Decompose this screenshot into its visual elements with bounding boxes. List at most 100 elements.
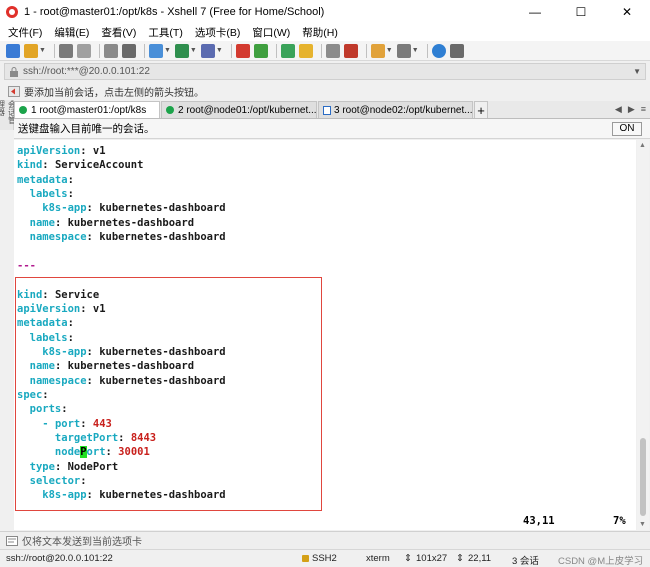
reconnect-icon[interactable] xyxy=(76,43,91,58)
chevron-down-icon[interactable]: ▼ xyxy=(633,67,641,76)
chevron-down-icon[interactable]: ▼ xyxy=(190,47,197,54)
terminal-line: k8s-app: kubernetes-dashboard xyxy=(17,201,225,215)
add-session-icon[interactable] xyxy=(8,85,20,97)
tab-bar: 1 root@master01:/opt/k8s 2 root@node01:/… xyxy=(14,101,650,119)
tab-navigation: ◀ ▶ ≡ xyxy=(615,104,646,115)
terminal-token: apiVersion xyxy=(17,145,81,157)
tab-session-1[interactable]: 1 root@master01:/opt/k8s xyxy=(14,101,160,118)
terminal-token: k8s-app xyxy=(17,202,87,215)
compose-bar[interactable]: 仅将文本发送到当前选项卡 xyxy=(0,531,650,549)
toolbar-divider xyxy=(275,43,277,58)
terminal-token: k8s-app xyxy=(17,489,87,502)
terminal-line: kind: Service xyxy=(17,288,99,302)
scrollbar-thumb[interactable] xyxy=(640,438,646,516)
terminal-token: : xyxy=(54,460,68,473)
xftp-icon[interactable] xyxy=(235,43,250,58)
chevron-left-icon[interactable]: ◀ xyxy=(615,104,622,115)
session-manager-toggle[interactable]: 会话管理器 xyxy=(0,100,17,130)
paste-icon[interactable] xyxy=(121,43,136,58)
menu-view[interactable]: 查看(V) xyxy=(101,25,136,40)
help-icon[interactable] xyxy=(431,43,446,58)
new-tab-button[interactable]: + xyxy=(474,101,488,118)
keyboard-icon[interactable] xyxy=(325,43,340,58)
font-icon[interactable] xyxy=(200,43,215,58)
status-sessions[interactable]: 3 会话 xyxy=(512,553,539,567)
terminal-line: name: kubernetes-dashboard xyxy=(17,359,194,373)
close-button[interactable]: ✕ xyxy=(604,0,650,24)
tab-list-icon[interactable]: ≡ xyxy=(641,104,646,115)
terminal-line: labels: xyxy=(17,331,74,345)
chevron-down-icon[interactable]: ▼ xyxy=(164,47,171,54)
menu-tools[interactable]: 工具(T) xyxy=(148,25,182,40)
address-input[interactable]: ssh://root:***@20.0.0.101:22 xyxy=(23,66,633,77)
terminal-token: namespace xyxy=(17,374,87,387)
terminal-token: : xyxy=(86,345,100,358)
terminal-scrollbar[interactable]: ▲ ▼ xyxy=(637,140,649,530)
menu-edit[interactable]: 编辑(E) xyxy=(54,25,89,40)
status-protocol: SSH2 xyxy=(302,553,337,564)
address-bar[interactable]: ssh://root:***@20.0.0.101:22 ▼ xyxy=(4,63,646,80)
terminal-token: targetPort xyxy=(17,432,119,444)
terminal-token: : xyxy=(80,145,93,157)
terminal-token: : xyxy=(86,231,100,244)
lock-icon[interactable] xyxy=(298,43,313,58)
xftp-transfer-icon[interactable] xyxy=(253,43,268,58)
terminal-token: metadata xyxy=(17,317,68,330)
terminal-token: 443 xyxy=(92,417,112,430)
toolbar-divider xyxy=(320,43,322,58)
minimize-button[interactable]: — xyxy=(512,0,558,24)
terminal-token: : xyxy=(67,331,74,344)
maximize-button[interactable]: ☐ xyxy=(558,0,604,24)
window-title: 1 - root@master01:/opt/k8s - Xshell 7 (F… xyxy=(24,6,325,18)
scroll-down-icon[interactable]: ▼ xyxy=(639,521,646,528)
chevron-right-icon[interactable]: ▶ xyxy=(628,104,635,115)
chat-icon[interactable] xyxy=(449,43,464,58)
chevron-down-icon[interactable]: ▼ xyxy=(386,47,393,54)
lock-icon xyxy=(302,555,309,562)
compose-input[interactable]: 仅将文本发送到当前选项卡 xyxy=(22,533,650,548)
open-folder-icon[interactable] xyxy=(24,43,38,58)
terminal-line: name: kubernetes-dashboard xyxy=(17,216,194,230)
menu-help[interactable]: 帮助(H) xyxy=(302,25,338,40)
compose-menu-icon[interactable] xyxy=(6,535,18,546)
terminal-token: : xyxy=(86,489,100,502)
tab-label: 2 root@node01:/opt/kubernet... xyxy=(178,104,317,116)
chevron-down-icon[interactable]: ▼ xyxy=(412,47,419,54)
layout-icon[interactable] xyxy=(396,43,411,58)
terminal-token: : xyxy=(80,475,87,488)
copy-icon[interactable] xyxy=(103,43,118,58)
watermark-text: CSDN @M上皮学习 xyxy=(558,556,644,567)
terminal-token: NodePort xyxy=(67,460,119,473)
status-position: 22,11 xyxy=(468,553,492,564)
menu-tabs[interactable]: 选项卡(B) xyxy=(195,25,241,40)
new-session-icon[interactable] xyxy=(6,43,20,58)
terminal-line: - port: 443 xyxy=(17,417,112,431)
scroll-up-icon[interactable]: ▲ xyxy=(639,142,646,149)
chevron-down-icon[interactable]: ▼ xyxy=(39,47,46,54)
chevron-down-icon[interactable]: ▼ xyxy=(216,47,223,54)
title-bar: 1 - root@master01:/opt/k8s - Xshell 7 (F… xyxy=(0,0,650,24)
fullscreen-icon[interactable] xyxy=(280,43,295,58)
toolbar-divider xyxy=(143,43,145,58)
terminal-token: : xyxy=(80,417,93,430)
lock-icon xyxy=(10,66,18,77)
tab-session-3[interactable]: 3 root@node02:/opt/kubernet... xyxy=(318,101,473,118)
terminal-token: port xyxy=(54,417,81,430)
folder-icon[interactable] xyxy=(370,43,385,58)
terminal-area[interactable]: 43,11 7% apiVersion: v1 kind: ServiceAcco… xyxy=(14,140,636,530)
menu-window[interactable]: 窗口(W) xyxy=(252,25,290,40)
toolbar-divider xyxy=(230,43,232,58)
terminal-token: : xyxy=(86,202,100,215)
tab-session-2[interactable]: 2 root@node01:/opt/kubernet... xyxy=(161,101,317,118)
globe-icon[interactable] xyxy=(174,43,189,58)
disconnect-icon[interactable] xyxy=(58,43,73,58)
find-icon[interactable] xyxy=(148,43,163,58)
menu-bar: 文件(F) 编辑(E) 查看(V) 工具(T) 选项卡(B) 窗口(W) 帮助(… xyxy=(0,24,650,41)
highlight-icon[interactable] xyxy=(343,43,358,58)
status-terminal-type: xterm xyxy=(366,553,390,564)
menu-file[interactable]: 文件(F) xyxy=(8,25,42,40)
tab-label: 3 root@node02:/opt/kubernet... xyxy=(334,104,473,116)
terminal-line: namespace: kubernetes-dashboard xyxy=(17,230,226,244)
broadcast-toggle-button[interactable]: ON xyxy=(612,121,642,136)
terminal-token: kind xyxy=(17,288,43,301)
